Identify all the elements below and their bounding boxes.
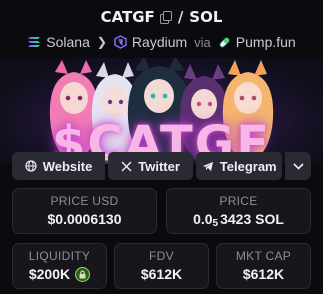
base-token-symbol: CATGF	[100, 8, 155, 26]
social-links-bar: Website Twitter Telegram	[12, 152, 311, 180]
solana-icon	[28, 37, 41, 47]
fdv-label: FDV	[149, 249, 174, 263]
dex-link[interactable]: Raydium	[132, 34, 187, 50]
launchpad-link[interactable]: Pump.fun	[236, 34, 296, 50]
via-label: via	[194, 34, 211, 50]
chain-link[interactable]: Solana	[46, 34, 90, 50]
token-banner-image: $CATGF	[0, 58, 323, 164]
chevron-down-icon	[293, 162, 304, 170]
liquidity-value-row: $200K	[13, 266, 106, 282]
fdv-value: $612K	[140, 266, 183, 282]
more-links-button[interactable]	[285, 152, 311, 180]
raydium-icon	[114, 35, 127, 49]
pair-separator: /	[177, 8, 184, 26]
telegram-button[interactable]: Telegram	[196, 152, 283, 180]
telegram-icon	[202, 161, 213, 171]
liquidity-label: LIQUIDITY	[28, 249, 91, 263]
website-label: Website	[42, 158, 93, 174]
price-sol-digits: 3423 SOL	[220, 211, 284, 227]
website-button[interactable]: Website	[12, 152, 106, 180]
quote-token-symbol: SOL	[189, 8, 223, 26]
telegram-label: Telegram	[219, 158, 277, 174]
copy-icon[interactable]	[159, 11, 172, 24]
price-sol-label: PRICE	[219, 194, 258, 208]
price-sol-zero-count: 5	[212, 217, 219, 229]
pair-title: CATGF / SOL	[0, 8, 323, 26]
price-usd-label: PRICE USD	[50, 194, 119, 208]
pill-icon	[219, 36, 230, 48]
price-usd-card: PRICE USD $0.0006130	[12, 188, 157, 234]
price-usd-value: $0.0006130	[47, 211, 122, 227]
price-sol-card: PRICE 0.0 5 3423 SOL	[166, 188, 311, 234]
mkt-cap-card: MKT CAP $612K	[216, 243, 311, 289]
liquidity-card: LIQUIDITY $200K	[12, 243, 107, 289]
route-breadcrumb: Solana ❯ Raydium via Pump.fun	[0, 34, 323, 50]
globe-icon	[25, 160, 37, 172]
price-sol-value: 0.0 5 3423 SOL	[167, 211, 310, 229]
mkt-cap-label: MKT CAP	[235, 249, 292, 263]
liquidity-value: $200K	[28, 266, 71, 282]
mkt-cap-value: $612K	[242, 266, 285, 282]
fdv-card: FDV $612K	[114, 243, 209, 289]
x-icon	[121, 161, 132, 171]
pair-header: CATGF / SOL Solana ❯ Raydium via Pump.fu…	[0, 0, 323, 58]
chevron-right-icon: ❯	[96, 35, 107, 49]
price-sol-prefix: 0.0	[193, 211, 213, 227]
twitter-label: Twitter	[138, 158, 180, 174]
twitter-button[interactable]: Twitter	[108, 152, 194, 180]
lock-icon[interactable]	[75, 266, 91, 282]
